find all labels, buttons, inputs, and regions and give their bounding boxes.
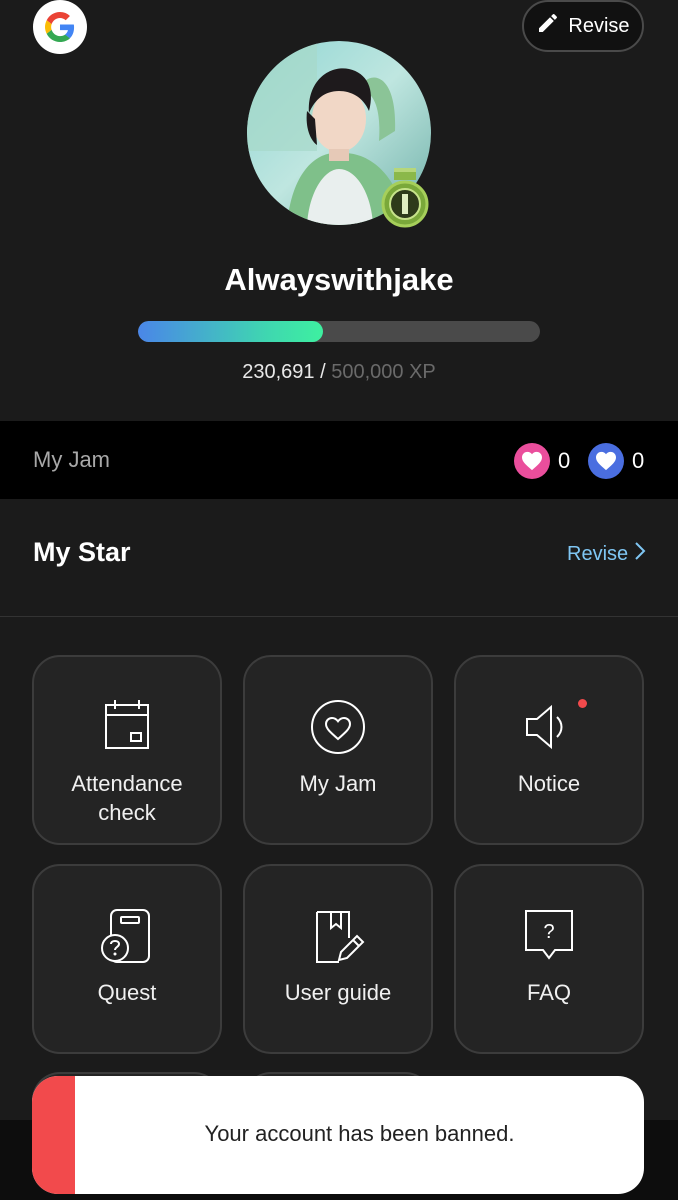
xp-total: 500,000 XP [331, 361, 436, 383]
my-star-revise-link[interactable]: Revise [567, 541, 646, 567]
notice-tile[interactable]: Notice [454, 655, 644, 845]
my-star-section: My Star Revise [0, 499, 678, 617]
pink-jam-count: 0 [558, 448, 571, 473]
blue-jam-counter: 0 [588, 443, 644, 479]
calendar-icon [103, 699, 151, 756]
user-guide-tile[interactable]: User guide [243, 864, 433, 1054]
attendance-label-line1: Attendance [71, 771, 183, 796]
profile-section: Revise Alwayswithjake 230,691 / 500,000 … [0, 0, 678, 421]
my-star-revise-label: Revise [567, 542, 629, 565]
quest-tile-label: Quest [97, 980, 157, 1005]
toast-message: Your account has been banned. [204, 1121, 515, 1146]
blue-heart-icon [588, 443, 624, 479]
guide-book-icon [309, 908, 367, 971]
chevron-right-icon [634, 541, 646, 567]
quest-tile[interactable]: Quest [32, 864, 222, 1054]
xp-readout: 230,691 / 500,000 XP [0, 361, 678, 384]
revise-profile-label: Revise [568, 14, 630, 37]
faq-tile[interactable]: ? FAQ [454, 864, 644, 1054]
speaker-icon [519, 699, 579, 760]
pink-jam-counter: 0 [514, 443, 570, 479]
heart-circle-icon [310, 699, 366, 760]
xp-progress-bar [138, 321, 540, 342]
attendance-check-tile[interactable]: Attendance check [32, 655, 222, 845]
revise-profile-button[interactable]: Revise [522, 0, 644, 52]
xp-current: 230,691 [242, 361, 315, 383]
notice-unread-dot [578, 699, 587, 708]
google-account-icon [33, 0, 87, 54]
my-jam-label: My Jam [33, 447, 110, 472]
pink-heart-icon [514, 443, 550, 479]
quest-icon [99, 908, 155, 971]
ban-toast: Your account has been banned. [32, 1076, 644, 1194]
xp-progress-fill [138, 321, 323, 342]
attendance-label-line2: check [98, 800, 156, 825]
faq-question-icon: ? [523, 908, 575, 969]
toast-accent-bar [32, 1076, 75, 1194]
svg-text:?: ? [543, 921, 554, 943]
my-jam-tile-label: My Jam [299, 771, 377, 796]
my-jam-bar[interactable]: My Jam 0 0 [0, 421, 678, 499]
notice-tile-label: Notice [517, 771, 581, 796]
my-star-title: My Star [33, 537, 131, 567]
faq-tile-label: FAQ [526, 980, 571, 1005]
pencil-icon [536, 11, 560, 41]
user-guide-tile-label: User guide [284, 980, 392, 1005]
blue-jam-count: 0 [632, 448, 645, 473]
username: Alwayswithjake [224, 262, 454, 297]
attendance-check-label: Attendance check [34, 769, 220, 827]
my-jam-tile[interactable]: My Jam [243, 655, 433, 845]
rank-medal-icon [380, 168, 430, 228]
xp-separator: / [314, 361, 332, 383]
